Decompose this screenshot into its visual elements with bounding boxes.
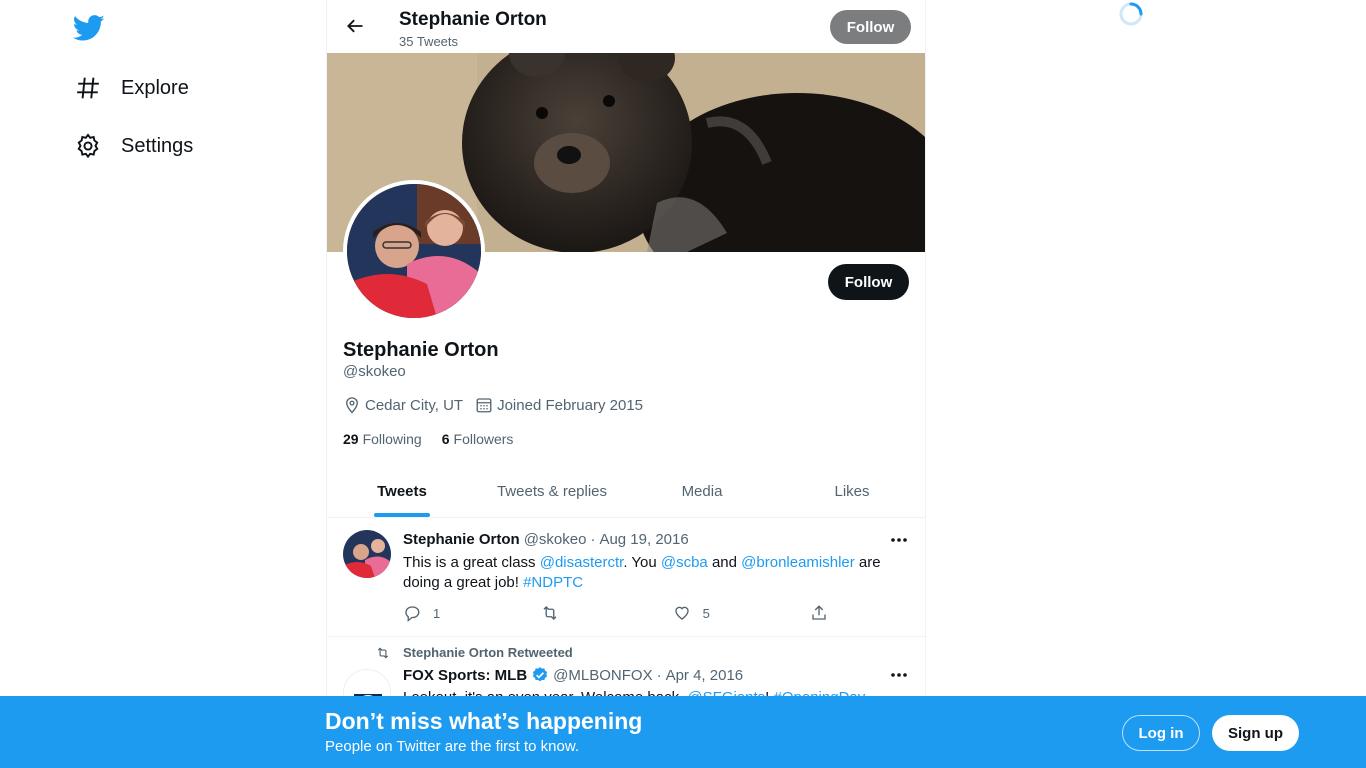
tweet-author-handle[interactable]: @skokeo: [524, 531, 587, 548]
mention-link[interactable]: @scba: [661, 554, 708, 571]
profile-name: Stephanie Orton: [343, 339, 499, 361]
followers-label: Followers: [453, 431, 514, 447]
nav-item-label: Explore: [121, 76, 189, 99]
left-navigation: Explore Settings: [0, 0, 327, 768]
mention-link[interactable]: @disasterctr: [540, 554, 624, 571]
retweet-icon: [543, 606, 557, 620]
profile-header-bar: Stephanie Orton 35 Tweets Follow: [327, 0, 925, 53]
share-button[interactable]: [810, 604, 828, 622]
tweet-separator: ·: [656, 666, 662, 684]
profile-location: Cedar City, UT: [343, 396, 463, 414]
tweet-author-handle[interactable]: @MLBONFOX: [553, 667, 652, 684]
arrow-left-icon: [347, 19, 363, 33]
signup-button[interactable]: Sign up: [1212, 715, 1299, 751]
retweeted-indicator: Stephanie Orton Retweeted: [375, 645, 573, 660]
mention-link[interactable]: @bronleamishler: [741, 554, 855, 571]
signup-banner: Don’t miss what’s happening People on Tw…: [0, 696, 1366, 768]
tab-media[interactable]: Media: [627, 465, 777, 517]
nav-item-explore[interactable]: Explore: [75, 68, 189, 108]
profile-joined: Joined February 2015: [475, 396, 643, 414]
header-profile-name: Stephanie Orton: [399, 9, 547, 30]
twitter-bird-icon[interactable]: [72, 12, 105, 44]
profile-handle: @skokeo: [343, 363, 406, 380]
heart-icon: [674, 606, 689, 620]
more-dots-icon: [891, 673, 907, 677]
nav-item-settings[interactable]: Settings: [75, 126, 193, 166]
banner-subtitle: People on Twitter are the first to know.: [325, 738, 580, 755]
more-options-button[interactable]: [887, 665, 911, 685]
location-pin-icon: [346, 397, 358, 414]
hashtag-icon: [75, 75, 101, 101]
back-button[interactable]: [339, 10, 371, 42]
following-label: Following: [362, 431, 422, 447]
loading-spinner-icon: [1118, 1, 1144, 27]
retweet-icon: [377, 647, 389, 658]
tweet-author-name[interactable]: FOX Sports: MLB: [403, 667, 527, 684]
following-link[interactable]: 29 Following: [343, 431, 422, 447]
calendar-icon: [476, 398, 492, 413]
like-button[interactable]: 5: [673, 604, 710, 622]
retweet-button[interactable]: [540, 604, 572, 622]
share-icon: [812, 605, 826, 620]
verified-badge-icon: [531, 666, 549, 684]
more-dots-icon: [891, 538, 907, 542]
profile-column: Stephanie Orton 35 Tweets Follow Follow …: [326, 0, 926, 768]
banner-title: Don’t miss what’s happening: [325, 708, 643, 734]
more-options-button[interactable]: [887, 530, 911, 550]
tweet-date[interactable]: Apr 4, 2016: [666, 667, 744, 684]
tweet-text-part: . You: [623, 554, 661, 571]
followers-link[interactable]: 6 Followers: [442, 431, 514, 447]
joined-text: Joined February 2015: [497, 396, 644, 414]
tweet-author-name[interactable]: Stephanie Orton: [403, 531, 520, 548]
reply-count: 1: [433, 605, 441, 621]
following-count: 29: [343, 431, 359, 447]
like-count: 5: [702, 605, 710, 621]
profile-meta: Cedar City, UT Joined February 2015: [343, 396, 655, 414]
profile-avatar[interactable]: [343, 180, 485, 322]
tab-tweets-replies[interactable]: Tweets & replies: [477, 465, 627, 517]
reply-button[interactable]: 1: [403, 604, 440, 622]
tweet-header: FOX Sports: MLB @MLBONFOX · Apr 4, 2016: [403, 666, 743, 684]
hashtag-link[interactable]: #NDPTC: [523, 574, 583, 591]
tab-likes[interactable]: Likes: [777, 465, 925, 517]
reply-icon: [405, 606, 420, 622]
gear-icon: [75, 133, 101, 159]
tweet-separator: ·: [590, 531, 596, 548]
tweet-actions: 1 5: [403, 604, 828, 622]
tweet[interactable]: Stephanie Orton @skokeo · Aug 19, 2016 T…: [327, 518, 925, 637]
tab-tweets[interactable]: Tweets: [327, 465, 477, 517]
header-follow-button[interactable]: Follow: [830, 10, 911, 44]
profile-tabs: Tweets Tweets & replies Media Likes: [327, 465, 925, 518]
tweet-header: Stephanie Orton @skokeo · Aug 19, 2016: [403, 531, 689, 548]
header-tweet-count: 35 Tweets: [399, 34, 459, 49]
follow-button[interactable]: Follow: [828, 264, 909, 300]
tweet-text: This is a great class @disasterctr. You …: [403, 553, 913, 593]
retweeted-by-text[interactable]: Stephanie Orton Retweeted: [403, 645, 573, 660]
nav-item-label: Settings: [121, 134, 194, 157]
location-text: Cedar City, UT: [365, 396, 464, 414]
profile-stats: 29 Following 6 Followers: [343, 431, 533, 447]
tweet-text-part: and: [707, 554, 742, 571]
followers-count: 6: [441, 431, 450, 447]
tweet-text-part: This is a great class: [403, 554, 540, 571]
tweet-date[interactable]: Aug 19, 2016: [599, 531, 688, 548]
tweet-author-avatar[interactable]: [343, 530, 391, 578]
login-button[interactable]: Log in: [1122, 715, 1200, 751]
